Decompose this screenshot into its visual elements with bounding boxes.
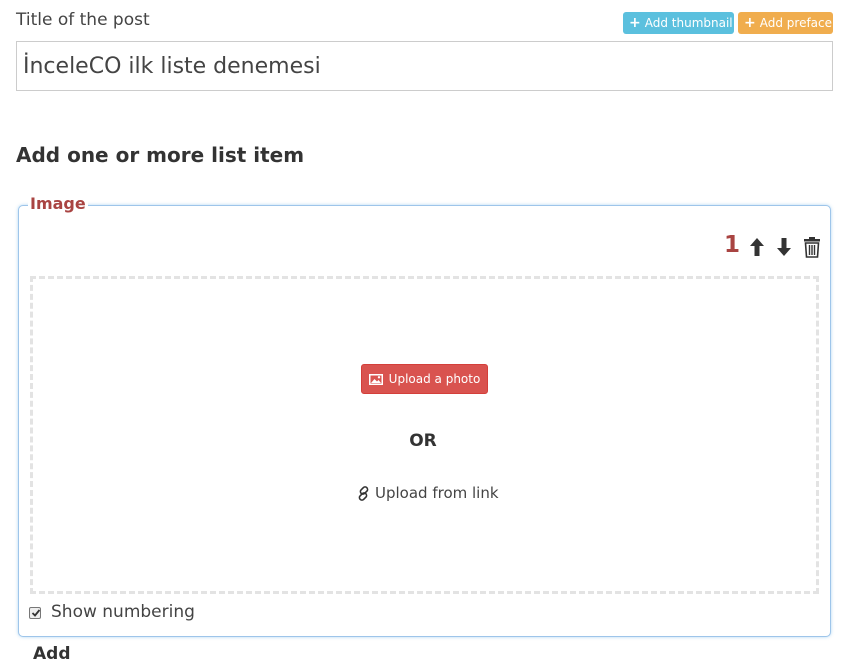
upload-from-link[interactable]: Upload from link [356, 484, 499, 502]
next-section-heading-partial: Add [33, 644, 71, 664]
item-type-label: Image [28, 194, 88, 213]
add-preface-label: Add preface [759, 16, 833, 30]
plus-icon: + [629, 15, 641, 31]
upload-photo-label: Upload a photo [388, 372, 481, 386]
post-title-input[interactable]: İnceleCO ilk liste denemesi [16, 41, 833, 91]
arrow-down-icon [777, 238, 791, 256]
move-down-button[interactable] [774, 236, 794, 258]
check-icon [31, 609, 41, 617]
item-number: 1 [724, 232, 741, 258]
delete-item-button[interactable] [802, 236, 822, 258]
post-title-label: Title of the post [16, 10, 150, 30]
add-thumbnail-label: Add thumbnail [644, 16, 733, 30]
plus-icon: + [744, 15, 756, 31]
add-preface-button[interactable]: + Add preface [738, 12, 833, 34]
add-thumbnail-button[interactable]: + Add thumbnail [623, 12, 734, 34]
show-numbering-label[interactable]: Show numbering [51, 602, 195, 622]
arrow-up-icon [750, 238, 764, 256]
picture-icon [368, 373, 383, 385]
upload-from-link-label: Upload from link [375, 484, 499, 502]
trash-icon [804, 237, 820, 258]
upload-photo-button[interactable]: Upload a photo [361, 364, 488, 394]
move-up-button[interactable] [747, 236, 767, 258]
or-separator: OR [409, 431, 437, 451]
show-numbering-checkbox[interactable] [29, 607, 41, 619]
link-icon [358, 485, 369, 501]
list-items-heading: Add one or more list item [16, 143, 305, 167]
